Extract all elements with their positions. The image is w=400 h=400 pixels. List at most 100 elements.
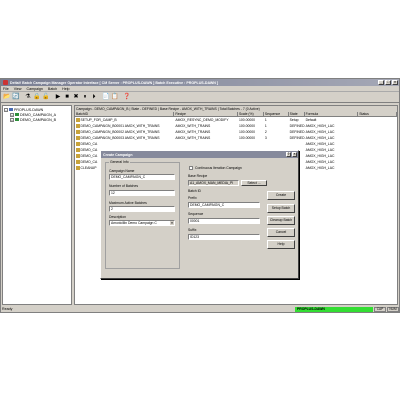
column-header[interactable]: State [289,112,305,116]
batch-icon [76,130,80,134]
number-batches-input[interactable]: 12 [109,190,175,196]
app-icon [3,80,8,85]
column-header[interactable]: Recipe [174,112,238,116]
cancel-button[interactable]: Cancel [267,228,295,237]
setup-batch-button[interactable]: Setup Batch [267,204,295,213]
table-cell: DEFINED [289,124,305,128]
window-title: DeltaV Batch Campaign Manager Operator I… [10,80,219,85]
suffix-input[interactable]: ID123 [188,234,260,240]
number-batches-label: Number of Batches [109,184,139,188]
sequence-label: Sequence [188,212,204,216]
start-icon[interactable]: ▶ [54,93,62,101]
continuous-label: Continuous Iteration Campaign [195,166,242,170]
table-cell: DEFINED [289,136,305,140]
description-select[interactable]: Amoxicillin Demo Campaign C ▼ [109,220,175,226]
max-active-input[interactable]: 2 [109,206,175,212]
batch-icon[interactable]: ⚗ [24,93,32,101]
cell-text: SETUP_FOR_CAMP_B [80,118,117,122]
menu-view[interactable]: View [14,87,22,91]
table-cell: DEMO_CAMPAIGN_B00003 AMOX_WITH_TRAINS [75,136,174,140]
cell-text: AMOX_HIGH_LAC [305,160,335,164]
toolbar: 📂 🔄 ⚗ 🔒 🔓 ▶ ■ ✖ ⏸ ⏵ 📄 📋 ❓ [1,92,399,103]
batch-icon [76,148,80,152]
refresh-icon[interactable]: 🔄 [12,93,20,101]
minimize-button[interactable]: _ [378,80,384,85]
cell-text: AMOX_HIGH_LAC [305,148,335,152]
cell-text: DEFINED [289,130,305,134]
expand-icon[interactable]: + [10,112,14,117]
column-header[interactable]: Sequence [264,112,289,116]
stop-icon[interactable]: ■ [63,93,71,101]
help-icon[interactable]: ❓ [123,93,131,101]
column-header[interactable]: Scale (%) [238,112,264,116]
status-node: PROPLUS-DAWN [295,306,373,312]
table-cell: 100.00000 [238,136,264,140]
table-cell: AMOX_HIGH_LAC [305,130,359,134]
cell-text: AMOX_HIGH_LAC [305,154,335,158]
cell-text: AMOX_RESYNC_DEMO_MODIFY [175,118,229,122]
batch-id-label: Batch ID [188,189,202,193]
cell-text: DEMO_CAMPAIGN_B00003 AMOX_WITH_TRAINS [80,136,160,140]
campaign-icon [15,117,19,122]
cell-text: CLEANUP [80,166,97,170]
general-info-label: General Info [109,160,130,164]
cell-text: DEMO_CA [80,154,98,158]
maximize-button[interactable]: □ [385,80,391,85]
tree-item-campaign-b[interactable]: + DEMO_CAMPAIGN_B [4,117,70,122]
expand-icon[interactable]: + [10,117,14,122]
menu-file[interactable]: File [3,87,9,91]
table-cell: AMOX_RESYNC_DEMO_MODIFY [174,118,238,122]
select-recipe-button[interactable]: Select ... [241,180,267,186]
table-cell: Default [305,118,359,122]
column-header[interactable]: Status [358,112,398,116]
cell-text: 3 [264,136,267,140]
cell-text: 100.00000 [238,118,256,122]
dialog-close-button[interactable]: × [292,152,297,157]
campaign-name-label: Campaign Name [109,169,135,173]
table-cell: AMOX_HIGH_LAC [305,142,359,146]
suffix-label: Suffix [188,228,197,232]
prefix-input[interactable]: DEMO_CAMPAIGN_C [188,202,260,208]
table-cell: AMOX_HIGH_LAC [305,148,359,152]
continuous-checkbox[interactable] [189,166,193,170]
paste-icon[interactable]: 📋 [111,93,119,101]
cancel-icon[interactable]: ✖ [72,93,80,101]
collapse-icon[interactable]: − [4,107,8,112]
batch-icon [76,136,80,140]
menu-batch[interactable]: Batch [48,87,57,91]
table-cell: 100.00000 [238,118,264,122]
campaign-name-input[interactable]: DEMO_CAMPAIGN_C [109,174,175,180]
open-icon[interactable]: 📂 [3,93,11,101]
close-button[interactable]: × [392,80,398,85]
table-cell: 2 [264,130,289,134]
menu-campaign[interactable]: Campaign [27,87,43,91]
unlock-icon[interactable]: 🔓 [42,93,50,101]
dialog-title: Create Campaign [103,152,133,157]
create-button[interactable]: Create [267,191,295,200]
table-cell: AMOX_HIGH_LAC [305,136,359,140]
help-button[interactable]: Help [267,240,295,249]
base-recipe-field: A1_AMOX_MAN_MEDIA_PI [188,180,239,186]
column-header[interactable]: BatchID [75,112,175,116]
table-cell: DEMO_CAMPAIGN_B00002 AMOX_WITH_TRAINS [75,130,174,134]
cell-text: DEFINED [289,124,305,128]
column-header[interactable]: Formula [305,112,359,116]
table-cell: 1 [264,124,289,128]
table-cell: AMOX_WITH_TRAINS [174,136,238,140]
chevron-down-icon[interactable]: ▼ [170,221,174,225]
status-cap: CAP [374,306,386,312]
table-cell: DEFINED [289,130,305,134]
campaign-icon [15,112,19,117]
dialog-help-button[interactable]: ? [286,152,291,157]
resume-icon[interactable]: ⏵ [90,93,98,101]
cell-text: AMOX_WITH_TRAINS [175,130,211,134]
table-cell: 1 [264,118,289,122]
menu-help[interactable]: Help [62,87,69,91]
cleanup-batch-button[interactable]: Cleanup Batch [267,216,295,225]
copy-icon[interactable]: 📄 [102,93,110,101]
lock-icon[interactable]: 🔒 [33,93,41,101]
batch-icon [76,124,80,128]
sequence-input[interactable]: 00001 [188,218,260,224]
cell-text: 1 [264,124,267,128]
pause-icon[interactable]: ⏸ [81,93,89,101]
